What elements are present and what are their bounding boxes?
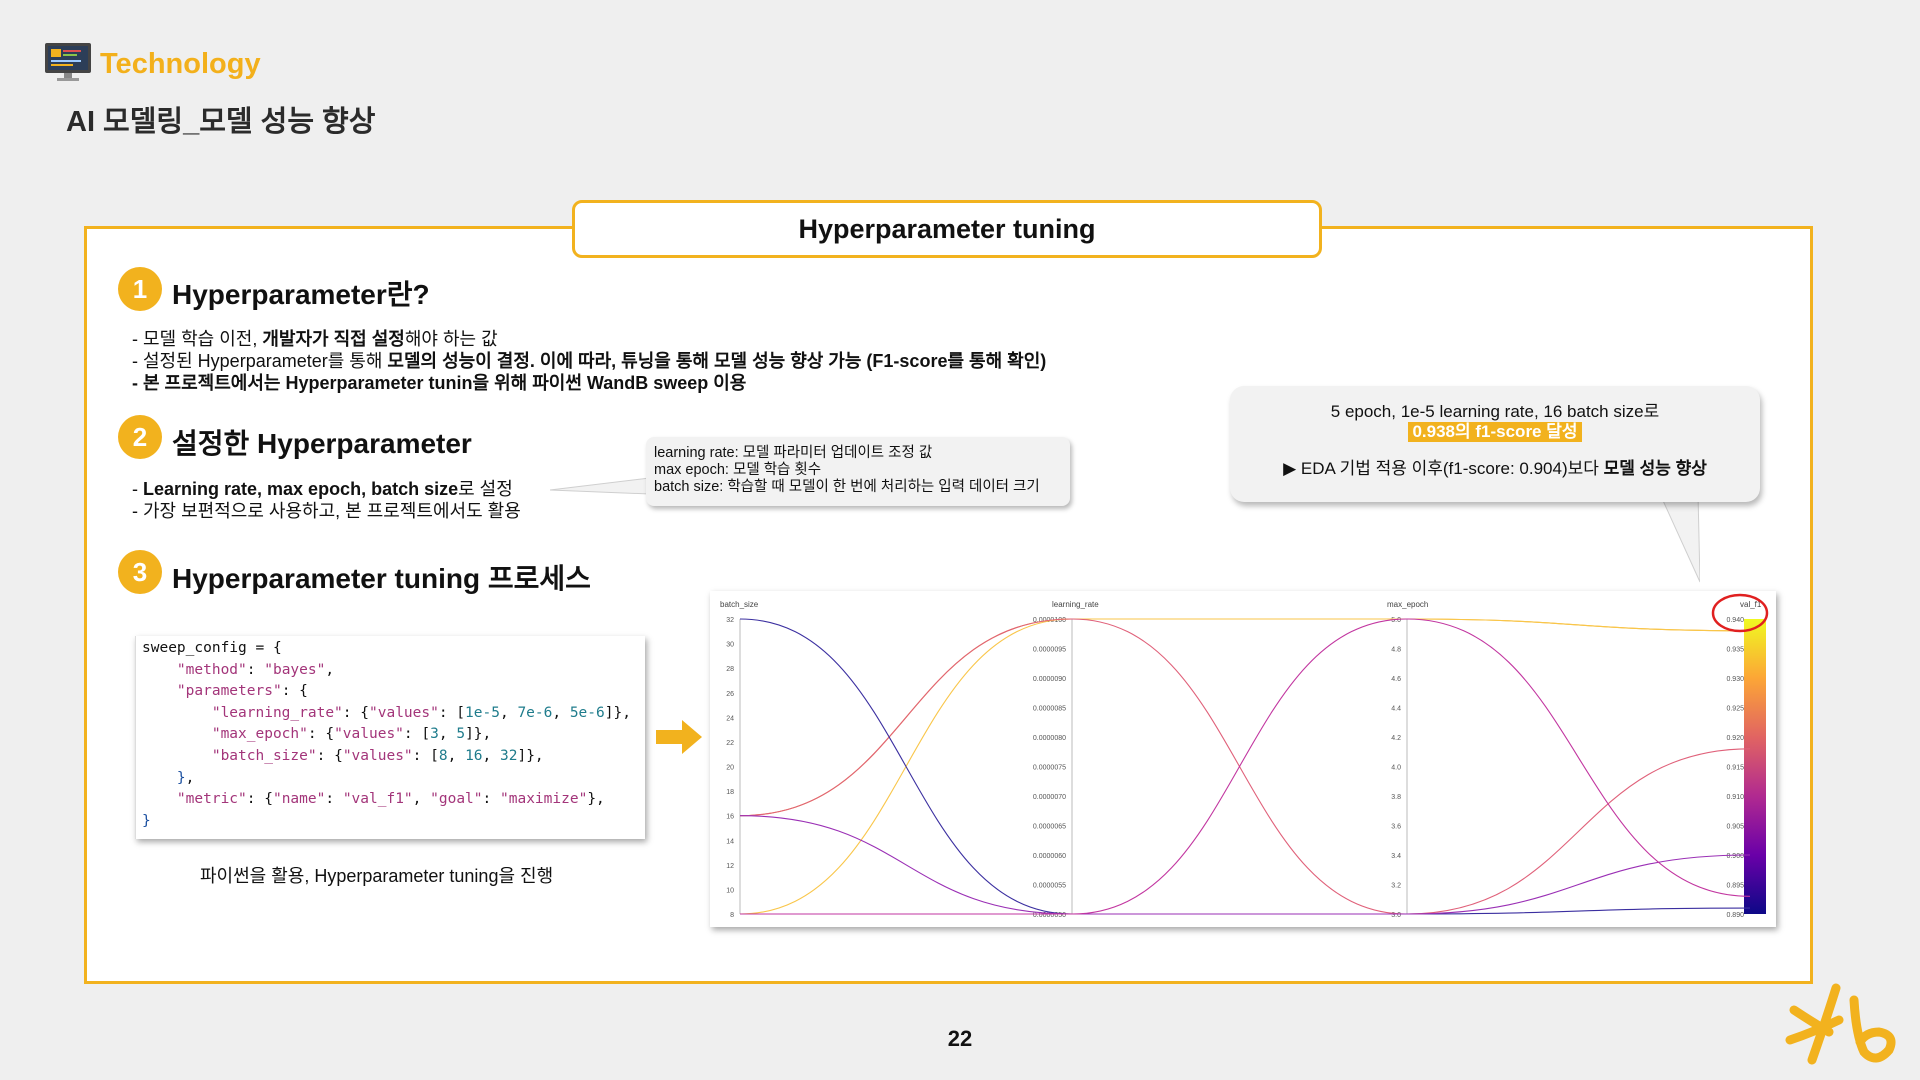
run-line-0: [739, 618, 1751, 817]
run-line-3: [739, 618, 1751, 915]
axis-tick-label: 22: [726, 740, 734, 747]
axis-tick-label: 0.935: [1726, 647, 1744, 654]
axis-tick-label: 0.0000085: [1033, 706, 1066, 713]
axis-tick-label: 0.920: [1726, 735, 1744, 742]
callout-tail: [550, 477, 651, 495]
axis-tick-label: 0.910: [1726, 794, 1744, 801]
bullet-1-3: - 본 프로젝트에서는 Hyperparameter tunin을 위해 파이썬…: [132, 373, 747, 393]
axis-tick-label: 0.0000075: [1033, 765, 1066, 772]
axis-tick-label: 0.905: [1726, 824, 1744, 831]
section-1-bullets: - 모델 학습 이전, 개발자가 직접 설정해야 하는 값 - 설정된 Hype…: [132, 328, 1046, 394]
page-number: 22: [947, 1026, 973, 1051]
run-line-2: [739, 618, 1751, 915]
axis-label-max_epoch: max_epoch: [1387, 600, 1428, 609]
axis-tick-label: 0.0000090: [1033, 676, 1066, 683]
axis-label-learning_rate: learning_rate: [1052, 600, 1099, 609]
hyperparameter-definition-callout: learning rate: 모델 파라미터 업데이트 조정 값 max epo…: [646, 437, 1070, 506]
bullet-2-1: - Learning rate, max epoch, batch size로 …: [132, 479, 513, 499]
axis-tick-label: 3.4: [1391, 853, 1401, 860]
section-2-number: 2: [118, 415, 162, 459]
result-highlight: 0.938의 f1-score 달성: [1408, 422, 1582, 442]
axis-tick-label: 4.2: [1391, 735, 1401, 742]
axis-tick-label: 16: [726, 814, 734, 821]
kb-logo-icon: [1785, 983, 1896, 1065]
axis-tick-label: 0.0000080: [1033, 735, 1066, 742]
right-arrow-icon: [656, 720, 702, 754]
axis-tick-label: 4.6: [1391, 676, 1401, 683]
axis-tick-label: 0.915: [1726, 765, 1744, 772]
result-line-1: 5 epoch, 1e-5 learning rate, 16 batch si…: [1330, 402, 1660, 421]
axis-tick-label: 8: [730, 912, 734, 919]
section-2-title: 설정한 Hyperparameter: [172, 428, 472, 459]
section-3-number: 3: [118, 550, 162, 594]
axis-tick-label: 4.8: [1391, 647, 1401, 654]
axis-tick-label: 10: [726, 887, 734, 894]
parallel-coordinates-svg: batch_size 32 30 28 26 24 22 20 18 16 14 12 10 8 learn…: [720, 593, 1769, 919]
callout-line: max epoch: 모델 학습 횟수: [654, 462, 822, 478]
axis-tick-label: 0.890: [1726, 912, 1744, 919]
section-1-title: Hyperparameter란?: [172, 279, 430, 310]
result-callout: 5 epoch, 1e-5 learning rate, 16 batch si…: [1230, 386, 1760, 502]
axis-tick-label: 0.0000060: [1033, 853, 1066, 860]
bullet-2-2: - 가장 보편적으로 사용하고, 본 프로젝트에서도 활용: [132, 501, 521, 521]
axis-tick-label: 0.0000065: [1033, 824, 1066, 831]
section-2-bullets: - Learning rate, max epoch, batch size로 …: [132, 478, 521, 522]
axis-tick-label: 0.900: [1726, 853, 1744, 860]
computer-monitor-icon: [45, 43, 91, 81]
axis-tick-label: 0.895: [1726, 883, 1744, 890]
axis-tick-label: 28: [726, 666, 734, 673]
axis-tick-label: 26: [726, 691, 734, 698]
axis-tick-label: 0.930: [1726, 676, 1744, 683]
axis-tick-label: 0.0000095: [1033, 647, 1066, 654]
callout-line: batch size: 학습할 때 모델이 한 번에 처리하는 입력 데이터 크…: [654, 479, 1040, 495]
run-line-4: [739, 815, 1751, 915]
code-caption: 파이썬을 활용, Hyperparameter tuning을 진행: [200, 866, 554, 886]
val-f1-colorbar: [1744, 619, 1766, 914]
callout-line: learning rate: 모델 파라미터 업데이트 조정 값: [654, 445, 933, 461]
axis-tick-label: 5.0: [1391, 617, 1401, 624]
page-title: AI 모델링_모델 성능 향상: [66, 106, 376, 138]
frame-title: Hyperparameter tuning: [572, 200, 1322, 258]
category-label: Technology: [100, 48, 261, 80]
axis-tick-label: 3.8: [1391, 794, 1401, 801]
section-1-number: 1: [118, 267, 162, 311]
axis-tick-label: 24: [726, 715, 734, 722]
axis-tick-label: 4.0: [1391, 765, 1401, 772]
axis-tick-label: 18: [726, 789, 734, 796]
bullet-1-1: - 모델 학습 이전, 개발자가 직접 설정해야 하는 값: [132, 329, 498, 349]
axis-label-batch_size: batch_size: [720, 600, 759, 609]
bullet-1-2: - 설정된 Hyperparameter를 통해 모델의 성능이 결정. 이에 …: [132, 351, 1047, 371]
section-3-title: Hyperparameter tuning 프로세스: [172, 563, 591, 594]
axis-tick-label: 0.925: [1726, 706, 1744, 713]
axis-tick-label: 12: [726, 863, 734, 870]
result-line-3: ▶ EDA 기법 적용 이후(f1-score: 0.904)보다 모델 성능 …: [1283, 459, 1707, 478]
parallel-coordinates-chart: batch_size 32 30 28 26 24 22 20 18 16 14 12 10 8 learn…: [710, 591, 1776, 927]
axis-tick-label: 20: [726, 765, 734, 772]
axis-tick-label: 30: [726, 642, 734, 649]
axis-tick-label: 3.2: [1391, 883, 1401, 890]
axis-tick-label: 4.4: [1391, 706, 1401, 713]
sweep-config-code: sweep_config = { "method": "bayes", "par…: [135, 636, 645, 839]
run-line-1: [739, 618, 1751, 915]
axis-tick-label: 32: [726, 617, 734, 624]
result-callout-tail: [1659, 494, 1700, 583]
run-line-5: [740, 618, 1751, 915]
axis-tick-label: 0.0000055: [1033, 883, 1066, 890]
axis-tick-label: 14: [726, 838, 734, 845]
axis-tick-label: 0.0000070: [1033, 794, 1066, 801]
axis-tick-label: 3.6: [1391, 824, 1401, 831]
axis-tick-label: 0.940: [1726, 617, 1744, 624]
